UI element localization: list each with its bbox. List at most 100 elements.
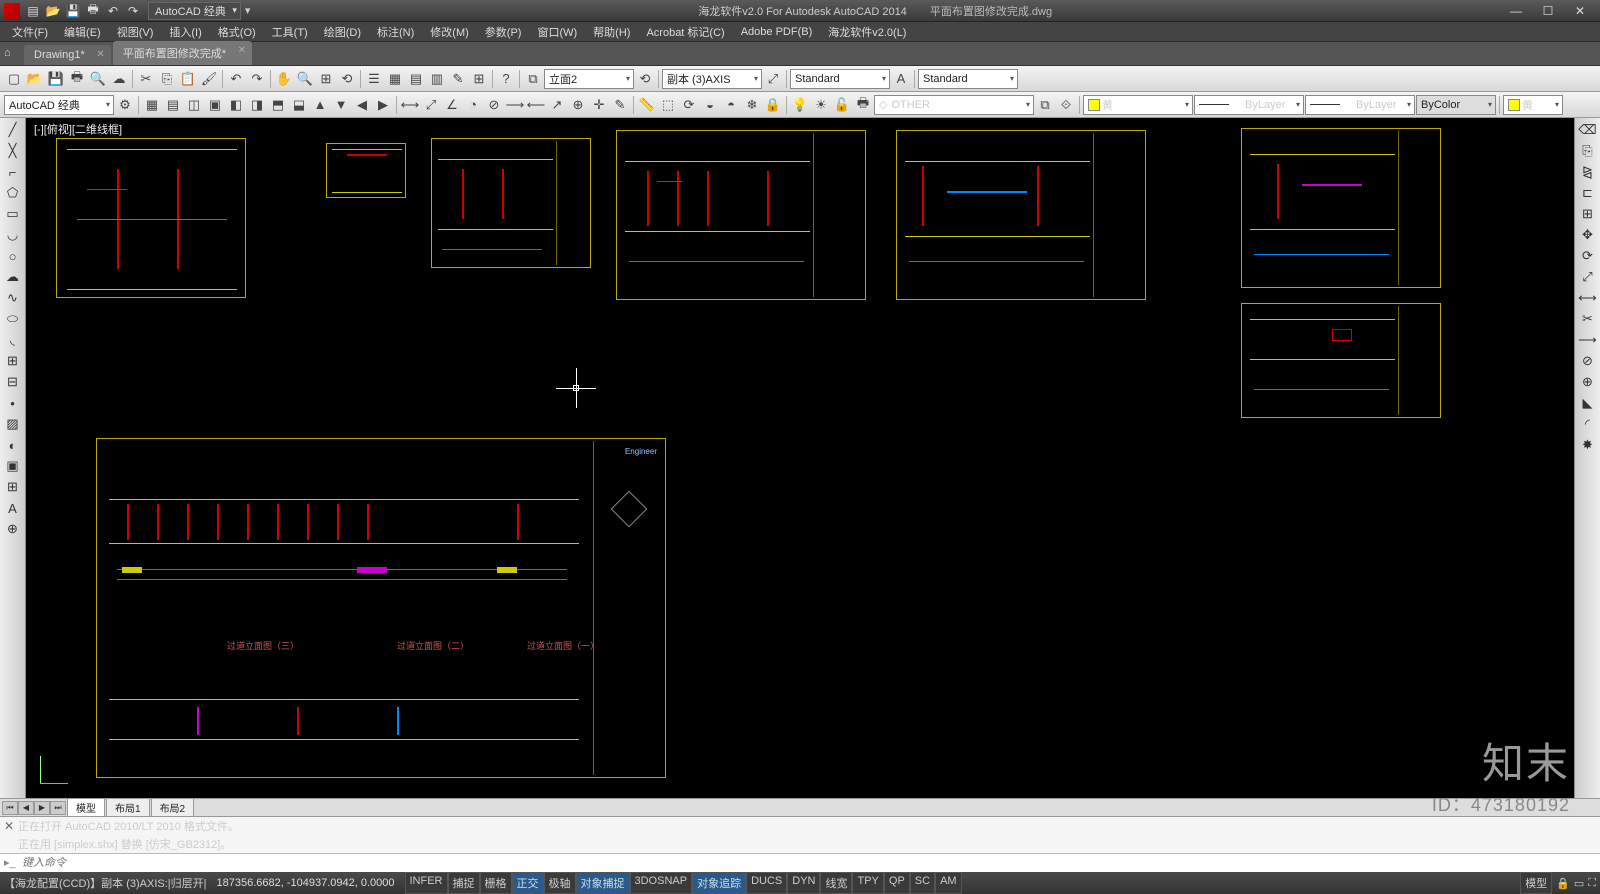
layout-tab[interactable]: 布局2 xyxy=(151,798,195,817)
status-toggle[interactable]: DUCS xyxy=(746,872,787,894)
sheet-set-icon[interactable]: ▥ xyxy=(427,69,447,89)
move-icon[interactable]: ✥ xyxy=(1578,225,1598,245)
status-model[interactable]: 模型 xyxy=(1520,872,1552,894)
status-toggle[interactable]: 对象捕捉 xyxy=(576,872,630,894)
textstyle-icon[interactable]: A xyxy=(891,69,911,89)
menu-item[interactable]: 视图(V) xyxy=(109,22,162,42)
dim-tolerance-icon[interactable]: ⊕ xyxy=(568,95,588,115)
status-toggle[interactable]: QP xyxy=(884,872,910,894)
tab-next-icon[interactable]: ▶ xyxy=(34,801,50,815)
tb2-j-icon[interactable]: ▼ xyxy=(331,95,351,115)
tab-first-icon[interactable]: ⏮ xyxy=(2,801,18,815)
layer-prop-icon[interactable]: ⧉ xyxy=(523,69,543,89)
status-toggle[interactable]: 线宽 xyxy=(820,872,852,894)
copy-icon[interactable]: ⎘ xyxy=(157,69,177,89)
menu-item[interactable]: Adobe PDF(B) xyxy=(733,24,821,40)
minimize-button[interactable]: — xyxy=(1500,1,1532,21)
workspace-dropdown-2[interactable]: AutoCAD 经典 xyxy=(4,95,114,115)
open-icon[interactable]: 📂 xyxy=(25,69,45,89)
arc-icon[interactable]: ◡ xyxy=(3,225,23,245)
layer-freeze-icon[interactable]: ❄ xyxy=(742,95,762,115)
dim-continue-icon[interactable]: ⟶ xyxy=(505,95,525,115)
status-toggle[interactable]: 对象追踪 xyxy=(692,872,746,894)
tb2-b-icon[interactable]: ▤ xyxy=(163,95,183,115)
qat-open-icon[interactable]: 📂 xyxy=(44,3,62,19)
layer-dropdown[interactable]: 立面2 xyxy=(544,69,634,89)
tablestyle-dropdown[interactable]: Standard xyxy=(918,69,1018,89)
status-maximize-icon[interactable]: ⛶ xyxy=(1588,877,1596,890)
calc-icon[interactable]: ⊞ xyxy=(469,69,489,89)
document-tab[interactable]: Drawing1*✕ xyxy=(24,45,111,65)
menu-item[interactable]: 编辑(E) xyxy=(56,22,109,42)
dim-angular-icon[interactable]: ∠ xyxy=(442,95,462,115)
polyline-icon[interactable]: ⌐ xyxy=(3,162,23,182)
dim-edit-icon[interactable]: ✎ xyxy=(610,95,630,115)
status-toggle[interactable]: 捕捉 xyxy=(448,872,480,894)
pan-icon[interactable]: ✋ xyxy=(274,69,294,89)
properties-icon[interactable]: ☰ xyxy=(364,69,384,89)
workspace-dropdown[interactable]: AutoCAD 经典 xyxy=(148,2,241,20)
dim-aligned-icon[interactable]: ⤢ xyxy=(421,95,441,115)
copy-obj-icon[interactable]: ⎘ xyxy=(1578,141,1598,161)
chamfer-icon[interactable]: ◣ xyxy=(1578,393,1598,413)
save-icon[interactable]: 💾 xyxy=(46,69,66,89)
tb2-k-icon[interactable]: ◀ xyxy=(352,95,372,115)
tab-last-icon[interactable]: ⏭ xyxy=(50,801,66,815)
tb2-f-icon[interactable]: ◨ xyxy=(247,95,267,115)
region-icon[interactable]: ▣ xyxy=(3,456,23,476)
lightbulb-icon[interactable]: 💡 xyxy=(790,95,810,115)
layout-tab[interactable]: 布局1 xyxy=(106,798,150,817)
circle-icon[interactable]: ○ xyxy=(3,246,23,266)
text-icon[interactable]: A xyxy=(3,498,23,518)
tab-close-icon[interactable]: ✕ xyxy=(238,45,246,56)
status-toggle[interactable]: SC xyxy=(910,872,935,894)
layer-lock-icon[interactable]: 🔒 xyxy=(763,95,783,115)
tool-palettes-icon[interactable]: ▤ xyxy=(406,69,426,89)
hatch-icon[interactable]: ▨ xyxy=(3,414,23,434)
stretch-icon[interactable]: ⟷ xyxy=(1578,288,1598,308)
dim-diameter-icon[interactable]: ⊘ xyxy=(484,95,504,115)
offset-icon[interactable]: ⊏ xyxy=(1578,183,1598,203)
revision-cloud-icon[interactable]: ☁ xyxy=(3,267,23,287)
markup-icon[interactable]: ✎ xyxy=(448,69,468,89)
tb2-e-icon[interactable]: ◧ xyxy=(226,95,246,115)
zoom-prev-icon[interactable]: ⟲ xyxy=(337,69,357,89)
layer-walk-icon[interactable]: ⟐ xyxy=(1056,95,1076,115)
qat-print-icon[interactable]: 🖶 xyxy=(84,3,102,19)
dim-baseline-icon[interactable]: ⟵ xyxy=(526,95,546,115)
plotstyle-dropdown[interactable]: ByColor xyxy=(1416,95,1496,115)
print-icon[interactable]: 🖶 xyxy=(853,95,873,115)
ellipse-icon[interactable]: ⬭ xyxy=(3,309,23,329)
dim-linear-icon[interactable]: ⟷ xyxy=(400,95,420,115)
close-button[interactable]: ✕ xyxy=(1564,1,1596,21)
layer-filter-dropdown[interactable]: ◇OTHER xyxy=(874,95,1034,115)
design-center-icon[interactable]: ▦ xyxy=(385,69,405,89)
qat-new-icon[interactable]: ▤ xyxy=(24,3,42,19)
status-toggle[interactable]: 栅格 xyxy=(480,872,512,894)
layer-prev-icon[interactable]: ⟲ xyxy=(635,69,655,89)
textstyle-dropdown[interactable]: Standard xyxy=(790,69,890,89)
dimstyle-dropdown[interactable]: 副本 (3)AXIS xyxy=(662,69,762,89)
drawing-canvas[interactable]: [-][俯视][二维线框] xyxy=(26,118,1574,798)
menu-item[interactable]: 海龙软件v2.0(L) xyxy=(820,22,914,42)
measure-icon[interactable]: 📏 xyxy=(637,95,657,115)
command-input[interactable] xyxy=(22,857,1596,869)
menu-item[interactable]: 参数(P) xyxy=(477,22,530,42)
make-block-icon[interactable]: ⊟ xyxy=(3,372,23,392)
tb2-c-icon[interactable]: ◫ xyxy=(184,95,204,115)
status-toggle[interactable]: DYN xyxy=(787,872,820,894)
line-icon[interactable]: ╱ xyxy=(3,120,23,140)
rotate-icon[interactable]: ⟳ xyxy=(1578,246,1598,266)
refresh-icon[interactable]: ⟳ xyxy=(679,95,699,115)
menu-item[interactable]: 文件(F) xyxy=(4,22,56,42)
table-icon[interactable]: ⊞ xyxy=(3,477,23,497)
layer-iso-icon[interactable]: ◒ xyxy=(700,95,720,115)
sun-icon[interactable]: ☀ xyxy=(811,95,831,115)
point-icon[interactable]: • xyxy=(3,393,23,413)
menu-item[interactable]: 格式(O) xyxy=(210,22,264,42)
insert-block-icon[interactable]: ⊞ xyxy=(3,351,23,371)
status-toggle[interactable]: 3DOSNAP xyxy=(630,872,693,894)
status-scale-icon[interactable]: ▭ xyxy=(1574,877,1584,890)
viewport-label[interactable]: [-][俯视][二维线框] xyxy=(34,121,122,137)
redo-icon[interactable]: ↷ xyxy=(247,69,267,89)
